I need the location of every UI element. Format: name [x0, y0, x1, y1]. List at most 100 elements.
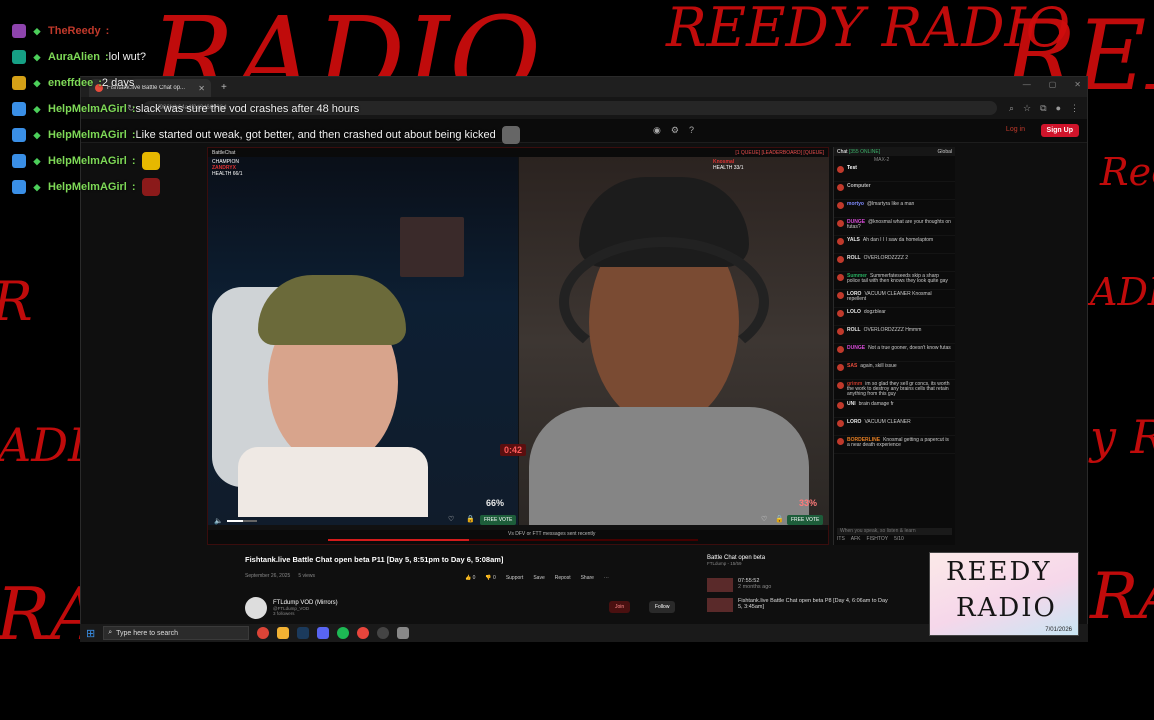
chat-message-body: grimm im so glad they sell gr concs, its …: [847, 382, 952, 397]
avatar[interactable]: [837, 220, 844, 227]
chrome-icon[interactable]: [257, 627, 270, 639]
steam-icon[interactable]: [297, 627, 310, 639]
playlist-item[interactable]: 07:55:52 2 months ago: [707, 578, 907, 592]
chat-username[interactable]: DUNGE: [847, 345, 865, 351]
avatar[interactable]: [837, 274, 844, 281]
item-meta: 2 months ago: [738, 584, 772, 590]
volume-control[interactable]: 🔈: [214, 517, 257, 525]
playlist-panel: Battle Chat open beta FTLdump - 15/59 07…: [707, 555, 907, 612]
chat-username[interactable]: ROLL: [847, 255, 861, 261]
chat-username[interactable]: Test: [847, 165, 857, 171]
chat-message-body: Summer Summerfateseeds skip a sharp polic…: [847, 274, 952, 287]
overlay-chat-user: HelpMelmAGirl: [48, 155, 127, 167]
channel-info[interactable]: FTLdump VOD (Mirrors) @FTLdump_VOD 3 fol…: [245, 597, 338, 619]
repost-button[interactable]: Repost: [555, 575, 571, 581]
chat-username[interactable]: YALS: [847, 237, 860, 243]
dislike-button[interactable]: 👎 0: [485, 575, 495, 581]
left-health-percent: 66%: [486, 498, 505, 508]
chat-footer-item[interactable]: AFK: [851, 536, 861, 544]
search-icon[interactable]: ⌕: [1009, 103, 1014, 114]
windows-start-icon[interactable]: ⊞: [86, 627, 95, 640]
help-icon[interactable]: ?: [689, 125, 694, 136]
obs-icon[interactable]: [377, 627, 390, 639]
extension-icon[interactable]: ⧉: [1040, 103, 1046, 114]
chat-username[interactable]: SAS: [847, 363, 857, 369]
lock-icon[interactable]: 🔒: [775, 515, 784, 523]
diamond-icon: ◆: [33, 155, 41, 166]
save-button[interactable]: Save: [533, 575, 544, 581]
spotify-icon[interactable]: [337, 627, 350, 639]
avatar[interactable]: [837, 292, 844, 299]
chat-message: YALS Ah dan I I I saw da homelaptom: [834, 236, 955, 254]
discord-icon[interactable]: [317, 627, 330, 639]
avatar[interactable]: [837, 402, 844, 409]
heart-icon[interactable]: ♡: [761, 515, 767, 523]
queue-links[interactable]: [1 QUEUE] [LEADERBOARD] [QUEUE]: [735, 150, 824, 156]
login-link[interactable]: Log in: [1006, 126, 1025, 133]
badge-icon: [12, 50, 26, 64]
avatar[interactable]: [837, 346, 844, 353]
file-explorer-icon[interactable]: [277, 627, 290, 639]
overlay-chat-message: 2 days: [101, 77, 135, 89]
avatar[interactable]: [837, 166, 844, 173]
like-button[interactable]: 👍 0: [465, 575, 475, 581]
chat-footer-item[interactable]: FISHTOY: [867, 536, 889, 544]
star-icon[interactable]: ☆: [1023, 103, 1031, 114]
chat-username[interactable]: mortyo: [847, 201, 864, 207]
close-window-icon[interactable]: ✕: [1074, 80, 1081, 89]
avatar[interactable]: [837, 238, 844, 245]
chrome-icon[interactable]: [357, 627, 370, 639]
gear-icon[interactable]: ⚙: [671, 125, 679, 136]
chat-username[interactable]: LOLO: [847, 309, 861, 315]
chat-scope[interactable]: Global: [938, 149, 952, 155]
colon: :: [131, 155, 136, 167]
menu-icon[interactable]: ⋮: [1070, 103, 1079, 114]
thumbnail[interactable]: [707, 598, 733, 612]
progress-bar[interactable]: [328, 539, 698, 541]
signup-button[interactable]: Sign Up: [1040, 124, 1079, 137]
join-button[interactable]: Join: [609, 601, 631, 613]
avatar[interactable]: [837, 256, 844, 263]
minimize-icon[interactable]: —: [1023, 80, 1031, 89]
follow-button[interactable]: Follow: [649, 601, 676, 613]
avatar[interactable]: [837, 382, 844, 389]
profile-icon[interactable]: ●: [1056, 103, 1061, 114]
chat-username[interactable]: ROLL: [847, 327, 861, 333]
avatar[interactable]: [837, 364, 844, 371]
battle-chat-player[interactable]: BattleChat [1 QUEUE] [LEADERBOARD] [QUEU…: [207, 147, 829, 545]
avatar[interactable]: [837, 310, 844, 317]
chat-input[interactable]: When you speak, so listen & learn: [837, 528, 952, 535]
more-icon[interactable]: ⋯: [604, 575, 609, 581]
share-button[interactable]: Share: [581, 575, 594, 581]
chat-message-body: YALS Ah dan I I I saw da homelaptom: [847, 238, 933, 251]
avatar[interactable]: [245, 597, 267, 619]
avatar[interactable]: [837, 202, 844, 209]
taskbar-search[interactable]: ⌕ Type here to search: [103, 626, 250, 640]
app-icon[interactable]: [397, 627, 410, 639]
playlist-item[interactable]: Fishtank.live Battle Chat open beta P8 […: [707, 598, 907, 612]
volume-slider[interactable]: [226, 520, 257, 522]
avatar[interactable]: [837, 184, 844, 191]
chat-username[interactable]: LORO: [847, 419, 861, 425]
avatar[interactable]: [837, 438, 844, 445]
speaker-icon[interactable]: 🔈: [214, 517, 223, 525]
poster: [400, 217, 464, 277]
chat-username[interactable]: UNI: [847, 401, 856, 407]
thumbnail[interactable]: [707, 578, 733, 592]
left-vote-button[interactable]: FREE VOTE: [480, 515, 517, 525]
chat-username[interactable]: Computer: [847, 183, 871, 189]
chat-footer-item[interactable]: 5/10: [894, 536, 904, 544]
right-vote-button[interactable]: FREE VOTE: [787, 515, 824, 525]
avatar[interactable]: [837, 328, 844, 335]
heart-icon[interactable]: ♡: [448, 515, 454, 523]
item-title: Fishtank.live Battle Chat open beta P8 […: [738, 598, 888, 610]
hp-sub: HEALTH 33/1: [713, 165, 744, 171]
support-button[interactable]: Support: [506, 575, 524, 581]
chat-footer-item[interactable]: ITS: [837, 536, 845, 544]
logo-line-2: RADIO: [956, 593, 1057, 623]
lock-icon[interactable]: 🔒: [466, 515, 475, 523]
chat-message-body: LOLO dogzblear: [847, 310, 886, 323]
eye-icon[interactable]: ◉: [653, 125, 661, 136]
maximize-icon[interactable]: ▢: [1049, 80, 1057, 89]
avatar[interactable]: [837, 420, 844, 427]
